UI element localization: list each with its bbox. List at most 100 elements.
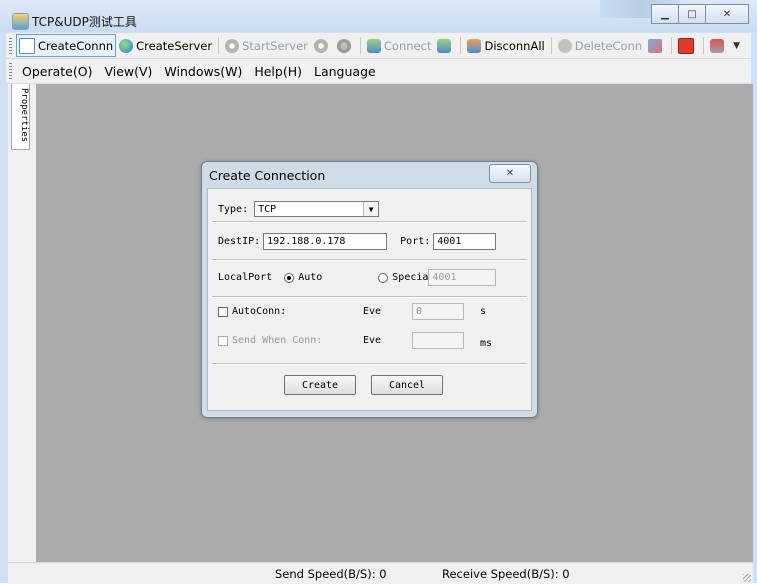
title-bar: TCP&UDP测试工具 ▁ □ ✕: [0, 0, 757, 32]
create-connection-dialog: Create Connection ✕ Type: TCP ▼ DestIP: …: [201, 161, 538, 418]
toolbar-separator: [218, 37, 220, 54]
power-icon: [678, 37, 695, 54]
autoconn-checkbox[interactable]: [218, 306, 228, 317]
gear-stop-icon: [313, 38, 328, 53]
menu-help[interactable]: Help(H): [248, 64, 308, 79]
type-label: Type:: [218, 203, 249, 215]
status-bar: Send Speed(B/S): 0 Receive Speed(B/S): 0: [8, 562, 753, 584]
type-select-value: TCP: [258, 203, 277, 215]
toolbar-separator: [671, 37, 673, 54]
unit-milliseconds: ms: [480, 338, 493, 349]
multi-conn-button[interactable]: [645, 35, 668, 56]
stop-button[interactable]: [334, 35, 357, 56]
create-conn-button[interactable]: CreateConnn: [16, 34, 117, 57]
divider: [212, 296, 527, 298]
network-disconnect-icon: [437, 38, 452, 53]
dialog-close-button[interactable]: ✕: [489, 164, 531, 183]
eve-label-2: Eve: [363, 335, 382, 346]
toolbar-separator: [359, 37, 361, 54]
port-label: Port:: [400, 236, 431, 247]
connect-button[interactable]: Connect: [364, 35, 435, 56]
stop-icon: [336, 38, 351, 53]
delete-conn-button[interactable]: DeleteConn: [555, 35, 645, 56]
connect-label: Connect: [383, 38, 432, 53]
divider: [212, 259, 527, 261]
chevron-down-icon: ▼: [363, 202, 379, 216]
toolbar: CreateConnn CreateServer StartServer Con…: [6, 33, 751, 59]
resize-grip[interactable]: [743, 574, 751, 582]
create-conn-label: CreateConnn: [38, 38, 114, 53]
menu-windows[interactable]: Windows(W): [158, 64, 248, 79]
specia-label[interactable]: Specia: [392, 272, 428, 283]
localport-label: LocalPort: [218, 272, 273, 283]
network-icon: [366, 38, 381, 53]
menu-view[interactable]: View(V): [98, 64, 158, 79]
plug-icon: [710, 38, 725, 53]
delete-conn-label: DeleteConn: [574, 38, 643, 53]
send-speed-status: Send Speed(B/S): 0: [275, 567, 387, 581]
eve-label-1: Eve: [363, 306, 382, 317]
autoconn-row: AutoConn: Eve 0 s: [218, 303, 486, 320]
toolbar-separator: [550, 37, 552, 54]
start-server-button[interactable]: StartServer: [222, 35, 311, 56]
app-window: TCP&UDP测试工具 ▁ □ ✕ CreateConnn CreateServ…: [0, 0, 757, 584]
menubar-grip[interactable]: [9, 63, 12, 79]
destip-label: DestIP:: [218, 236, 261, 247]
stop-server-button[interactable]: [311, 35, 334, 56]
type-row: Type: TCP ▼: [218, 201, 380, 217]
type-select[interactable]: TCP ▼: [254, 201, 380, 217]
send-when-conn-row: Send When Conn: Eve ms: [218, 332, 492, 349]
create-server-button[interactable]: CreateServer: [116, 35, 215, 56]
menu-bar: Operate(O) View(V) Windows(W) Help(H) La…: [6, 59, 751, 83]
destip-row: DestIP: 192.188.0.178 Port: 4001: [218, 233, 497, 250]
window-title: TCP&UDP测试工具: [32, 15, 137, 29]
minimize-button[interactable]: ▁: [651, 4, 679, 24]
power-button[interactable]: [675, 35, 700, 56]
maximize-button[interactable]: □: [679, 4, 706, 24]
localport-row: LocalPort Auto Specia 4001: [218, 269, 497, 286]
toolbar-separator: [460, 37, 462, 54]
auto-label[interactable]: Auto: [298, 272, 322, 283]
properties-tab[interactable]: Properties: [11, 84, 30, 150]
autoconn-interval-input[interactable]: 0: [412, 303, 464, 320]
port-input[interactable]: 4001: [433, 233, 497, 250]
start-server-label: StartServer: [242, 38, 308, 53]
plug-button[interactable]: [707, 35, 730, 56]
globe-icon: [119, 38, 134, 53]
disconnect-button[interactable]: [434, 35, 457, 56]
divider: [212, 221, 527, 223]
close-icon: ✕: [505, 168, 515, 179]
divider: [212, 363, 527, 365]
autoconn-label[interactable]: AutoConn:: [232, 306, 286, 317]
new-document-icon: [19, 37, 35, 54]
close-icon: ✕: [722, 8, 732, 20]
specia-radio[interactable]: [378, 272, 389, 283]
create-server-label: CreateServer: [136, 38, 213, 53]
menu-operate[interactable]: Operate(O): [16, 64, 98, 79]
menu-language[interactable]: Language: [308, 64, 382, 79]
send-when-conn-label[interactable]: Send When Conn:: [232, 335, 322, 346]
delete-icon: [557, 38, 572, 53]
network-all-icon: [467, 38, 482, 53]
cancel-button[interactable]: Cancel: [371, 375, 443, 395]
toolbar-overflow-icon[interactable]: ▼: [733, 41, 740, 51]
dialog-body: Type: TCP ▼ DestIP: 192.188.0.178 Port: …: [207, 188, 532, 411]
app-icon: [12, 13, 29, 30]
toolbar-separator: [703, 37, 705, 54]
close-button[interactable]: ✕: [706, 4, 749, 24]
auto-radio[interactable]: [284, 272, 295, 283]
dialog-title: Create Connection: [209, 168, 326, 183]
maximize-icon: □: [687, 8, 697, 20]
toolbar-grip[interactable]: [9, 37, 12, 54]
create-button[interactable]: Create: [284, 375, 356, 395]
unit-seconds: s: [480, 306, 487, 317]
send-when-conn-checkbox[interactable]: [218, 335, 228, 346]
specia-port-input[interactable]: 4001: [428, 269, 497, 286]
send-interval-input[interactable]: [412, 332, 464, 349]
window-controls: ▁ □ ✕: [651, 4, 749, 24]
multi-connection-icon: [648, 38, 663, 53]
gear-icon: [225, 38, 240, 53]
destip-input[interactable]: 192.188.0.178: [263, 233, 388, 250]
disconn-all-label: DisconnAll: [484, 38, 545, 53]
disconn-all-button[interactable]: DisconnAll: [464, 35, 547, 56]
